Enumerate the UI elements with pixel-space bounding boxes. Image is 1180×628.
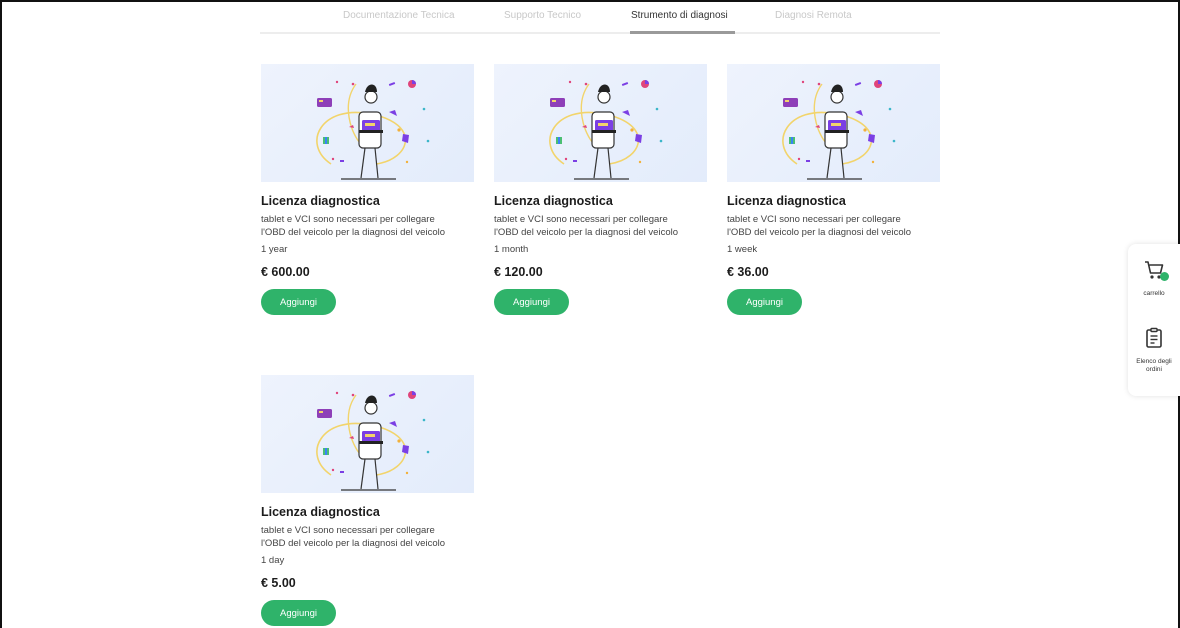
- orders-list-button[interactable]: Elenco degli ordini: [1128, 326, 1180, 374]
- product-description: tablet e VCI sono necessari per collegar…: [261, 213, 476, 239]
- product-illustration: [261, 64, 474, 182]
- product-card: Licenza diagnostica tablet e VCI sono ne…: [727, 64, 940, 315]
- cart-label: carrello: [1143, 290, 1165, 297]
- product-price: € 600.00: [261, 265, 310, 279]
- person-with-laptop-illustration: [316, 80, 430, 180]
- active-tab-indicator: [630, 31, 735, 34]
- tab-documentazione-tecnica[interactable]: Documentazione Tecnica: [343, 10, 455, 21]
- floating-side-panel: carrello Elenco degli ordini: [1128, 244, 1180, 396]
- product-description: tablet e VCI sono necessari per collegar…: [494, 213, 709, 239]
- product-duration: 1 week: [727, 244, 758, 255]
- add-to-cart-button[interactable]: Aggiungi: [494, 289, 569, 315]
- orders-label-line: Elenco degli: [1136, 358, 1172, 365]
- product-price: € 36.00: [727, 265, 769, 279]
- product-description-line: l'OBD del veicolo per la diagnosi del ve…: [727, 227, 911, 238]
- product-price: € 5.00: [261, 576, 296, 590]
- product-duration: 1 day: [261, 555, 285, 566]
- product-description-line: l'OBD del veicolo per la diagnosi del ve…: [494, 227, 678, 238]
- tab-strumento-di-diagnosi[interactable]: Strumento di diagnosi: [631, 10, 728, 21]
- product-illustration: [261, 375, 474, 493]
- clipboard-icon: [1146, 327, 1162, 348]
- product-illustration: [727, 64, 940, 182]
- tab-bar: Documentazione Tecnica Supporto Tecnico …: [260, 6, 940, 34]
- tab-supporto-tecnico[interactable]: Supporto Tecnico: [504, 10, 581, 21]
- person-with-laptop-illustration: [549, 80, 663, 180]
- product-title: Licenza diagnostica: [494, 194, 613, 208]
- product-title: Licenza diagnostica: [261, 194, 380, 208]
- product-price: € 120.00: [494, 265, 543, 279]
- product-description-line: tablet e VCI sono necessari per collegar…: [727, 214, 901, 225]
- orders-label: Elenco degli ordini: [1128, 358, 1180, 374]
- product-description-line: l'OBD del veicolo per la diagnosi del ve…: [261, 227, 445, 238]
- add-to-cart-button[interactable]: Aggiungi: [727, 289, 802, 315]
- product-illustration: [494, 64, 707, 182]
- orders-label-line: ordini: [1146, 366, 1162, 373]
- person-with-laptop-illustration: [782, 80, 896, 180]
- product-card: Licenza diagnostica tablet e VCI sono ne…: [261, 64, 474, 315]
- product-card: Licenza diagnostica tablet e VCI sono ne…: [261, 375, 474, 626]
- product-description-line: l'OBD del veicolo per la diagnosi del ve…: [261, 538, 445, 549]
- product-description: tablet e VCI sono necessari per collegar…: [727, 213, 942, 239]
- product-description-line: tablet e VCI sono necessari per collegar…: [261, 214, 435, 225]
- add-to-cart-button[interactable]: Aggiungi: [261, 600, 336, 626]
- product-description-line: tablet e VCI sono necessari per collegar…: [494, 214, 668, 225]
- product-description-line: tablet e VCI sono necessari per collegar…: [261, 525, 435, 536]
- product-title: Licenza diagnostica: [727, 194, 846, 208]
- tab-diagnosi-remota[interactable]: Diagnosi Remota: [775, 10, 852, 21]
- product-duration: 1 year: [261, 244, 288, 255]
- product-card: Licenza diagnostica tablet e VCI sono ne…: [494, 64, 707, 315]
- cart-count-badge: [1160, 272, 1169, 281]
- person-with-laptop-illustration: [316, 391, 430, 491]
- product-duration: 1 month: [494, 244, 529, 255]
- cart-button[interactable]: carrello: [1128, 258, 1180, 298]
- product-title: Licenza diagnostica: [261, 505, 380, 519]
- add-to-cart-button[interactable]: Aggiungi: [261, 289, 336, 315]
- product-description: tablet e VCI sono necessari per collegar…: [261, 524, 476, 550]
